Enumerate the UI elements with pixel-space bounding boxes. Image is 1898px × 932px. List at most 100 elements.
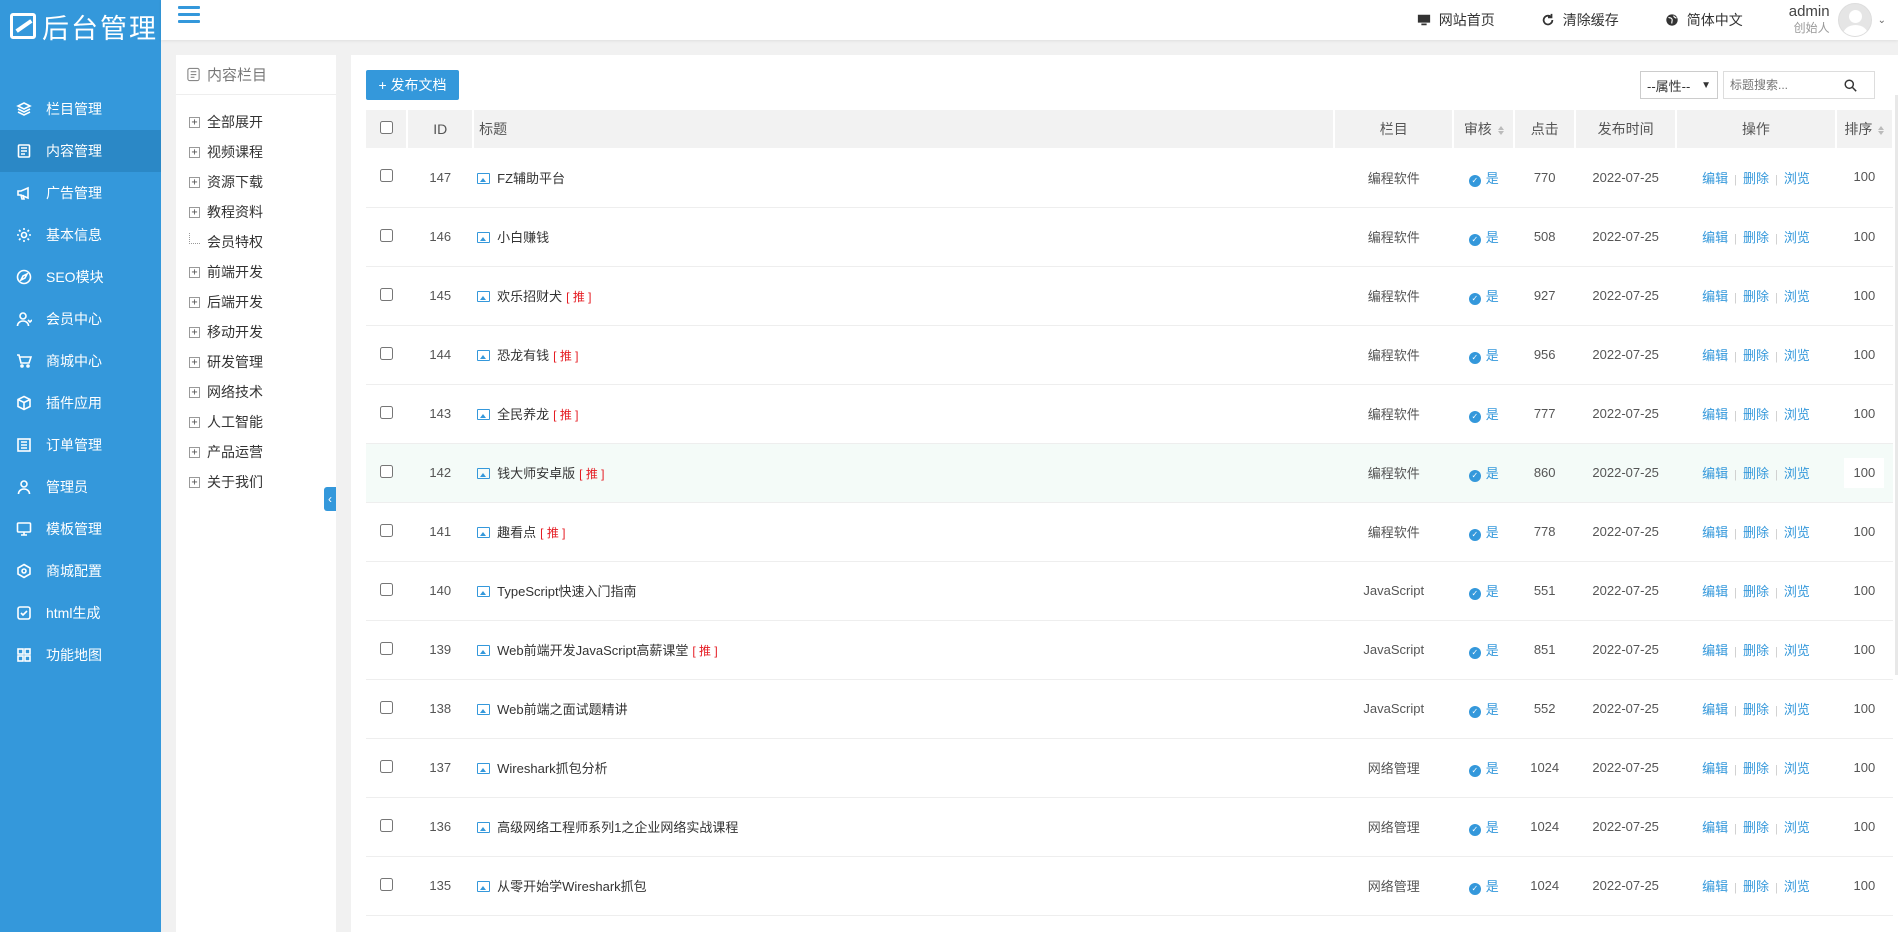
expand-icon[interactable]: + — [189, 356, 200, 368]
edit-link[interactable]: 编辑 — [1702, 879, 1728, 894]
category-item[interactable]: + 视频课程 — [176, 137, 336, 167]
row-title-link[interactable]: 全民养龙 — [497, 407, 549, 422]
view-link[interactable]: 浏览 — [1784, 820, 1810, 835]
delete-link[interactable]: 删除 — [1743, 348, 1769, 363]
delete-link[interactable]: 删除 — [1743, 584, 1769, 599]
sidebar-item-12[interactable]: html生成 — [0, 592, 161, 634]
category-item[interactable]: + 教程资料 — [176, 197, 336, 227]
title-search-input[interactable] — [1724, 78, 1844, 92]
sidebar-item-11[interactable]: 商城配置 — [0, 550, 161, 592]
row-checkbox[interactable] — [380, 346, 394, 360]
category-item[interactable]: + 移动开发 — [176, 317, 336, 347]
row-title-link[interactable]: 钱大师安卓版 — [497, 466, 575, 481]
sidebar-item-13[interactable]: 功能地图 — [0, 634, 161, 676]
th-audit[interactable]: 审核 — [1453, 110, 1516, 148]
row-checkbox[interactable] — [380, 759, 394, 773]
row-sort-input[interactable]: 100 — [1844, 871, 1884, 901]
category-item[interactable]: + 产品运营 — [176, 437, 336, 467]
row-audit-cell[interactable]: ✓ 是 — [1453, 207, 1514, 266]
row-audit-cell[interactable]: ✓ 是 — [1453, 266, 1514, 325]
row-checkbox[interactable] — [380, 228, 394, 242]
th-sort[interactable]: 排序 — [1835, 110, 1895, 148]
avatar[interactable] — [1837, 3, 1872, 37]
row-sort-input[interactable]: 100 — [1844, 162, 1884, 192]
edit-link[interactable]: 编辑 — [1702, 820, 1728, 835]
sidebar-item-10[interactable]: 模板管理 — [0, 508, 161, 550]
row-audit-cell[interactable]: ✓ 是 — [1453, 443, 1514, 502]
edit-link[interactable]: 编辑 — [1702, 643, 1728, 658]
expand-icon[interactable]: + — [189, 206, 200, 218]
delete-link[interactable]: 删除 — [1743, 820, 1769, 835]
row-audit-cell[interactable]: ✓ 是 — [1453, 325, 1514, 384]
view-link[interactable]: 浏览 — [1784, 584, 1810, 599]
row-checkbox[interactable] — [380, 641, 394, 655]
view-link[interactable]: 浏览 — [1784, 171, 1810, 186]
row-audit-cell[interactable]: ✓ 是 — [1453, 679, 1514, 738]
row-title-link[interactable]: FZ辅助平台 — [497, 171, 565, 186]
row-audit-cell[interactable]: ✓ 是 — [1453, 620, 1514, 679]
clear-cache-link[interactable]: 清除缓存 — [1541, 10, 1619, 30]
delete-link[interactable]: 删除 — [1743, 525, 1769, 540]
publish-doc-button[interactable]: + 发布文档 — [366, 70, 459, 100]
row-checkbox[interactable] — [380, 464, 394, 478]
user-menu[interactable]: admin 创始人 ⌄ — [1789, 3, 1886, 37]
language-link[interactable]: 简体中文 — [1665, 10, 1743, 30]
view-link[interactable]: 浏览 — [1784, 702, 1810, 717]
site-home-link[interactable]: 网站首页 — [1417, 10, 1495, 30]
row-checkbox[interactable] — [380, 582, 394, 596]
chevron-down-icon[interactable]: ⌄ — [1878, 15, 1886, 26]
sidebar-item-1[interactable]: 内容管理 — [0, 130, 161, 172]
attribute-select[interactable]: --属性-- ▼ — [1640, 71, 1718, 99]
view-link[interactable]: 浏览 — [1784, 407, 1810, 422]
row-title-link[interactable]: 小白赚钱 — [497, 230, 549, 245]
expand-icon[interactable]: + — [189, 386, 200, 398]
row-checkbox[interactable] — [380, 700, 394, 714]
row-sort-input[interactable]: 100 — [1844, 399, 1884, 429]
expand-icon[interactable]: + — [189, 476, 200, 488]
row-sort-input[interactable]: 100 — [1844, 281, 1884, 311]
row-checkbox[interactable] — [380, 818, 394, 832]
row-sort-input[interactable]: 100 — [1844, 753, 1884, 783]
sidebar-item-4[interactable]: SEO模块 — [0, 256, 161, 298]
category-item[interactable]: + 后端开发 — [176, 287, 336, 317]
sidebar-item-9[interactable]: 管理员 — [0, 466, 161, 508]
row-sort-input[interactable]: 100 — [1844, 222, 1884, 252]
delete-link[interactable]: 删除 — [1743, 289, 1769, 304]
category-item[interactable]: + 网络技术 — [176, 377, 336, 407]
expand-icon[interactable]: + — [189, 446, 200, 458]
view-link[interactable]: 浏览 — [1784, 230, 1810, 245]
select-all-checkbox[interactable] — [379, 121, 393, 134]
row-checkbox[interactable] — [380, 405, 394, 419]
sidebar-item-6[interactable]: 商城中心 — [0, 340, 161, 382]
delete-link[interactable]: 删除 — [1743, 643, 1769, 658]
row-title-link[interactable]: Wireshark抓包分析 — [497, 761, 608, 776]
row-audit-cell[interactable]: ✓ 是 — [1453, 561, 1514, 620]
delete-link[interactable]: 删除 — [1743, 230, 1769, 245]
expand-icon[interactable]: + — [189, 296, 200, 308]
row-sort-input[interactable]: 100 — [1844, 694, 1884, 724]
row-audit-cell[interactable]: ✓ 是 — [1453, 502, 1514, 561]
edit-link[interactable]: 编辑 — [1702, 466, 1728, 481]
delete-link[interactable]: 删除 — [1743, 171, 1769, 186]
row-title-link[interactable]: 高级网络工程师系列1之企业网络实战课程 — [497, 820, 738, 835]
edit-link[interactable]: 编辑 — [1702, 761, 1728, 776]
view-link[interactable]: 浏览 — [1784, 348, 1810, 363]
view-link[interactable]: 浏览 — [1784, 466, 1810, 481]
edit-link[interactable]: 编辑 — [1702, 702, 1728, 717]
expand-icon[interactable]: + — [189, 326, 200, 338]
expand-icon[interactable]: + — [189, 416, 200, 428]
delete-link[interactable]: 删除 — [1743, 879, 1769, 894]
row-sort-input[interactable]: 100 — [1844, 812, 1884, 842]
logo[interactable]: 后台管理 — [0, 0, 161, 52]
category-item[interactable]: + 关于我们 — [176, 467, 336, 497]
row-sort-input[interactable]: 100 — [1844, 340, 1884, 370]
category-item[interactable]: + 研发管理 — [176, 347, 336, 377]
row-checkbox[interactable] — [380, 287, 394, 301]
view-link[interactable]: 浏览 — [1784, 879, 1810, 894]
edit-link[interactable]: 编辑 — [1702, 584, 1728, 599]
category-item[interactable]: + 前端开发 — [176, 257, 336, 287]
row-title-link[interactable]: 趣看点 — [497, 525, 536, 540]
row-checkbox[interactable] — [380, 877, 394, 891]
expand-icon[interactable]: + — [189, 146, 200, 158]
edit-link[interactable]: 编辑 — [1702, 525, 1728, 540]
